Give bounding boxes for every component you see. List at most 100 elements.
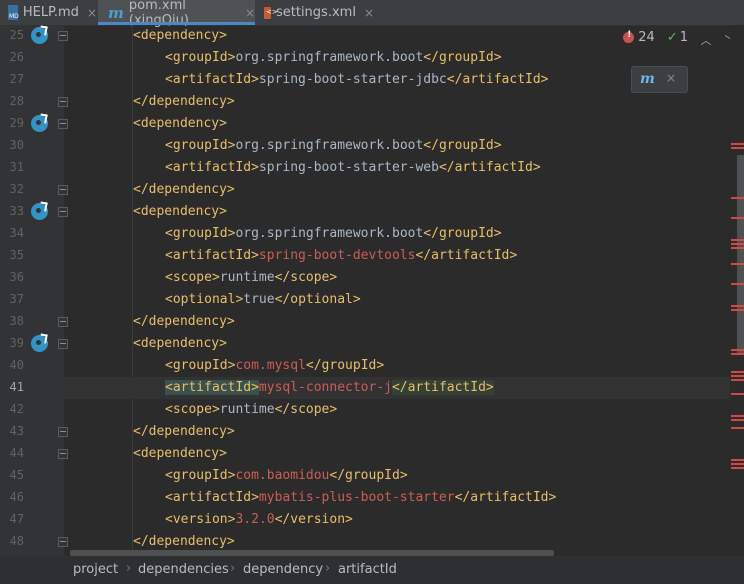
line-number: 37 <box>9 292 24 306</box>
line-number: 35 <box>9 248 24 262</box>
code-editor[interactable]: <dependency> <groupId>org.springframewor… <box>64 25 730 556</box>
chevron-right-icon: › <box>325 561 331 576</box>
error-marker[interactable] <box>731 217 744 219</box>
error-marker[interactable] <box>731 197 744 199</box>
code-line[interactable]: <dependency> <box>64 201 730 223</box>
line-number: 27 <box>9 72 24 86</box>
error-marker[interactable] <box>731 463 744 465</box>
code-line[interactable]: <dependency> <box>64 333 730 355</box>
error-marker[interactable] <box>731 459 744 461</box>
code-line[interactable]: <scope>runtime</scope> <box>64 267 730 289</box>
line-number: 33 <box>9 204 24 218</box>
tab-label: settings.xml <box>275 5 356 20</box>
line-number: 47 <box>9 512 24 526</box>
chevron-right-icon: › <box>230 561 236 576</box>
line-number: 34 <box>9 226 24 240</box>
editor-gutter: 25 26 27 28 29 30 31 32 33 34 35 36 37 3… <box>0 25 68 556</box>
code-text: </dependency> <box>133 424 235 439</box>
line-number: 39 <box>9 336 24 350</box>
error-stripe[interactable] <box>730 25 744 556</box>
error-marker[interactable] <box>731 309 744 311</box>
error-marker[interactable] <box>731 419 744 421</box>
error-marker[interactable] <box>731 305 744 307</box>
error-marker[interactable] <box>731 379 744 381</box>
error-marker[interactable] <box>731 415 744 417</box>
error-marker[interactable] <box>731 247 744 249</box>
code-line[interactable]: <groupId>com.baomidou</groupId> <box>64 465 730 487</box>
line-number-current: 41 <box>9 380 24 394</box>
maven-reload-popup[interactable]: m × <box>631 66 688 93</box>
code-line[interactable]: <version>3.2.0</version> <box>64 509 730 531</box>
code-text: </dependency> <box>133 182 235 197</box>
code-line[interactable]: <dependency> <box>64 443 730 465</box>
tab-pom-xml[interactable]: m pom.xml (xingQiu) × <box>98 0 255 28</box>
breadcrumb-item-artifactid[interactable]: artifactId <box>338 562 397 577</box>
error-marker[interactable] <box>731 353 744 355</box>
code-line[interactable]: <scope>runtime</scope> <box>64 399 730 421</box>
tab-help-md[interactable]: HELP.md × <box>0 0 97 25</box>
error-marker[interactable] <box>731 143 744 145</box>
error-marker[interactable] <box>731 467 744 469</box>
code-text: <scope>runtime</scope> <box>165 402 338 417</box>
line-number: 38 <box>9 314 24 328</box>
line-number: 44 <box>9 446 24 460</box>
code-line[interactable]: </dependency> <box>64 91 730 113</box>
breadcrumb-item-dependencies[interactable]: dependencies <box>138 562 229 577</box>
tab-settings-xml[interactable]: settings.xml × <box>256 0 374 25</box>
horizontal-scrollbar[interactable] <box>64 548 730 556</box>
code-text: <dependency> <box>133 204 227 219</box>
inspection-widget[interactable]: 24 ✓ 1 ︿ ﹀ <box>623 30 736 47</box>
error-marker[interactable] <box>731 243 744 245</box>
dependency-update-icon[interactable] <box>31 203 48 220</box>
error-marker[interactable] <box>731 349 744 351</box>
close-icon[interactable]: × <box>87 6 97 20</box>
error-marker[interactable] <box>731 371 744 373</box>
code-line[interactable]: </dependency> <box>64 311 730 333</box>
code-line[interactable]: <artifactId>spring-boot-devtools</artifa… <box>64 245 730 267</box>
code-line-current[interactable]: <artifactId>mysql-connector-j</artifactI… <box>64 377 730 399</box>
line-number: 28 <box>9 94 24 108</box>
code-text: <groupId>org.springframework.boot</group… <box>165 226 502 241</box>
close-icon[interactable]: × <box>245 6 255 20</box>
error-marker[interactable] <box>731 263 744 265</box>
close-icon[interactable]: × <box>666 71 676 85</box>
error-marker[interactable] <box>731 375 744 377</box>
code-text: </dependency> <box>133 94 235 109</box>
code-line[interactable]: <groupId>com.mysql</groupId> <box>64 355 730 377</box>
code-line[interactable]: <groupId>org.springframework.boot</group… <box>64 223 730 245</box>
line-number: 26 <box>9 50 24 64</box>
code-line[interactable]: <artifactId>spring-boot-starter-web</art… <box>64 157 730 179</box>
code-line[interactable]: <dependency> <box>64 113 730 135</box>
error-marker[interactable] <box>731 393 744 395</box>
line-number: 48 <box>9 534 24 548</box>
line-number: 40 <box>9 358 24 372</box>
dependency-update-icon[interactable] <box>31 115 48 132</box>
editor-tab-bar: HELP.md × m pom.xml (xingQiu) × settings… <box>0 0 744 28</box>
code-line[interactable]: </dependency> <box>64 421 730 443</box>
tab-label: HELP.md <box>22 5 79 20</box>
code-line[interactable]: </dependency> <box>64 179 730 201</box>
vertical-scrollbar-thumb[interactable] <box>737 155 744 355</box>
code-line[interactable]: <artifactId>mybatis-plus-boot-starter</a… <box>64 487 730 509</box>
error-marker[interactable] <box>731 147 744 149</box>
close-icon[interactable]: × <box>364 6 374 20</box>
chevron-up-icon[interactable]: ︿ <box>700 32 712 47</box>
error-marker[interactable] <box>731 239 744 241</box>
dependency-update-icon[interactable] <box>31 27 48 44</box>
maven-reload-icon[interactable]: m <box>640 71 655 87</box>
dependency-update-icon[interactable] <box>31 335 48 352</box>
code-line[interactable]: <groupId>org.springframework.boot</group… <box>64 135 730 157</box>
code-text: <artifactId>spring-boot-devtools</artifa… <box>165 248 518 263</box>
markdown-file-icon <box>8 5 19 20</box>
code-line[interactable]: <groupId>org.springframework.boot</group… <box>64 47 730 69</box>
breadcrumb-item-project[interactable]: project <box>73 562 118 577</box>
line-number: 42 <box>9 402 24 416</box>
error-icon <box>623 30 635 43</box>
error-marker[interactable] <box>731 283 744 285</box>
code-text: </dependency> <box>133 534 235 549</box>
error-marker[interactable] <box>731 427 744 429</box>
breadcrumb-item-dependency[interactable]: dependency <box>243 562 323 577</box>
code-text: <optional>true</optional> <box>165 292 361 307</box>
code-line[interactable]: <optional>true</optional> <box>64 289 730 311</box>
code-text: <dependency> <box>133 116 227 131</box>
